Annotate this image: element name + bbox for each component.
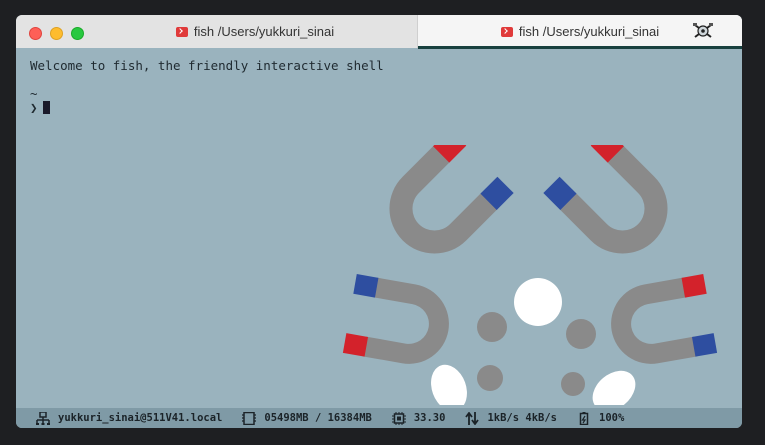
- text-cursor: [42, 101, 50, 114]
- memory-icon: [242, 411, 257, 425]
- title-bar: fish /Users/yukkuri_sinai fish /Users/yu…: [16, 15, 742, 49]
- magnet-top-left: [389, 145, 514, 254]
- battery-text: 100%: [599, 412, 625, 424]
- tab-1[interactable]: fish /Users/yukkuri_sinai: [93, 15, 418, 48]
- close-window-button[interactable]: [29, 27, 42, 40]
- white-oval: [592, 370, 636, 405]
- host-text: yukkuri_sinai@511V41.local: [58, 412, 223, 424]
- prompt-symbol: ❯: [30, 100, 38, 115]
- active-tab-indicator: [418, 46, 742, 49]
- window-controls: [29, 27, 84, 40]
- prompt-line[interactable]: ❯: [30, 101, 384, 115]
- memory-segment: 05498MB / 16384MB: [242, 411, 372, 425]
- zoom-window-button[interactable]: [71, 27, 84, 40]
- magnemite-background-art: [342, 145, 718, 405]
- network-host-icon: [36, 411, 50, 425]
- center-eye: [514, 278, 562, 326]
- tab-1-label: fish /Users/yukkuri_sinai: [193, 24, 335, 39]
- magnet-left: [342, 274, 449, 364]
- terminal-icon: [500, 26, 513, 37]
- magnet-right: [611, 274, 718, 364]
- screw: [561, 372, 585, 396]
- cpu-icon: [391, 411, 406, 425]
- tab-2[interactable]: fish /Users/yukkuri_sinai: [418, 15, 742, 48]
- battery-icon: [579, 411, 589, 425]
- cpu-text: 33.30: [413, 412, 446, 424]
- minimize-window-button[interactable]: [50, 27, 63, 40]
- network-segment: 1kB/s 4kB/s: [465, 411, 557, 425]
- screw: [477, 365, 503, 391]
- terminal-window: fish /Users/yukkuri_sinai fish /Users/yu…: [16, 15, 742, 428]
- white-oval: [431, 364, 467, 405]
- welcome-message: Welcome to fish, the friendly interactiv…: [30, 58, 384, 73]
- screw: [566, 319, 596, 349]
- current-directory: ~: [30, 86, 38, 101]
- memory-text: 05498MB / 16384MB: [264, 412, 372, 424]
- terminal-icon: [175, 26, 188, 37]
- terminal-output[interactable]: Welcome to fish, the friendly interactiv…: [30, 59, 384, 115]
- magnemite-sprite-icon[interactable]: [692, 21, 716, 41]
- battery-segment: 100%: [577, 411, 625, 425]
- host-segment: yukkuri_sinai@511V41.local: [36, 411, 223, 425]
- tab-2-label: fish /Users/yukkuri_sinai: [518, 24, 660, 39]
- cpu-segment: 33.30: [391, 411, 446, 425]
- up-down-arrows-icon: [465, 411, 480, 425]
- screw: [477, 312, 507, 342]
- magnet-top-right: [543, 145, 668, 254]
- status-bar: yukkuri_sinai@511V41.local 05498MB / 163…: [16, 408, 742, 428]
- network-text: 1kB/s 4kB/s: [487, 412, 557, 424]
